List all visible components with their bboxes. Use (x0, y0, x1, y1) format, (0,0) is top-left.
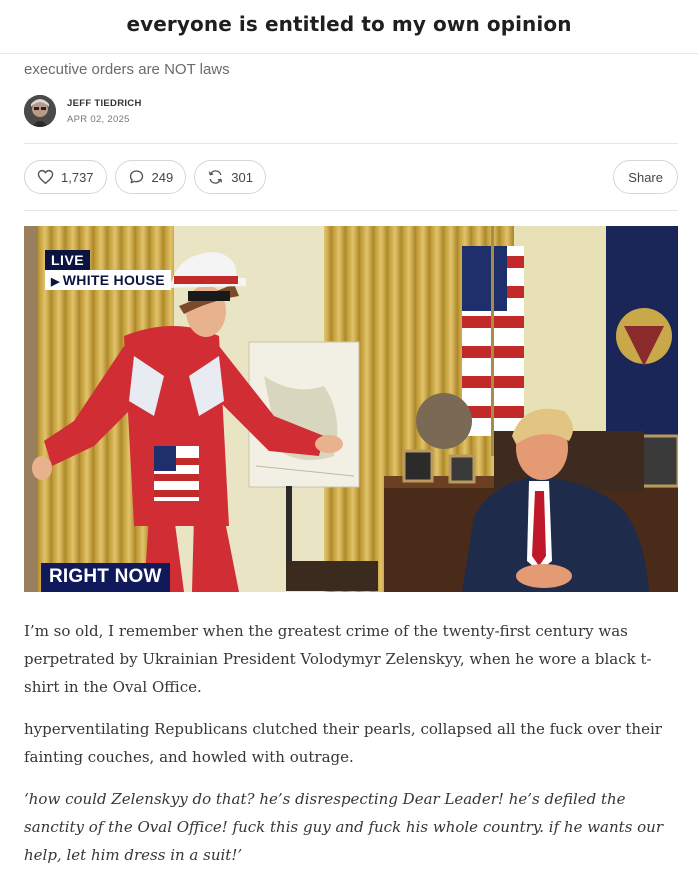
post-hero-image[interactable]: LIVE ▶ WHITE HOUSE RIGHT NOW (24, 226, 678, 592)
lower-third-banner: RIGHT NOW (41, 563, 170, 592)
location-label: WHITE HOUSE (62, 272, 165, 288)
top-bar: everyone is entitled to my own opinion (0, 0, 698, 54)
location-badge: ▶ WHITE HOUSE (45, 270, 171, 290)
body-paragraph: I’m so old, I remember when the greatest… (24, 622, 652, 696)
share-button[interactable]: Share (613, 160, 678, 194)
comment-icon (129, 170, 143, 184)
post-subtitle: executive orders are NOT laws (24, 61, 230, 78)
like-count: 1,737 (61, 169, 94, 185)
like-button[interactable]: 1,737 (24, 160, 107, 194)
restack-icon (209, 170, 223, 184)
restack-count: 301 (231, 169, 253, 185)
body-quote-paragraph: ‘how could Zelenskyy do that? he’s disre… (24, 790, 664, 864)
post-actions: 1,737 249 301 Share (24, 144, 678, 210)
comment-button[interactable]: 249 (114, 160, 187, 194)
author-name[interactable]: JEFF TIEDRICH (67, 98, 142, 109)
comment-count: 249 (151, 169, 174, 185)
publication-title[interactable]: everyone is entitled to my own opinion (126, 12, 571, 36)
post-date: APR 02, 2025 (67, 113, 130, 125)
restack-button[interactable]: 301 (194, 160, 266, 194)
byline: JEFF TIEDRICH APR 02, 2025 (24, 95, 678, 127)
play-arrow-icon: ▶ (51, 276, 60, 288)
divider (24, 210, 678, 211)
post-content: executive orders are NOT laws JEFF TIEDR… (0, 61, 698, 869)
live-badge: LIVE (45, 250, 91, 270)
body-paragraph: hyperventilating Republicans clutched th… (24, 720, 662, 766)
author-avatar[interactable] (24, 95, 56, 127)
heart-icon (37, 169, 54, 185)
